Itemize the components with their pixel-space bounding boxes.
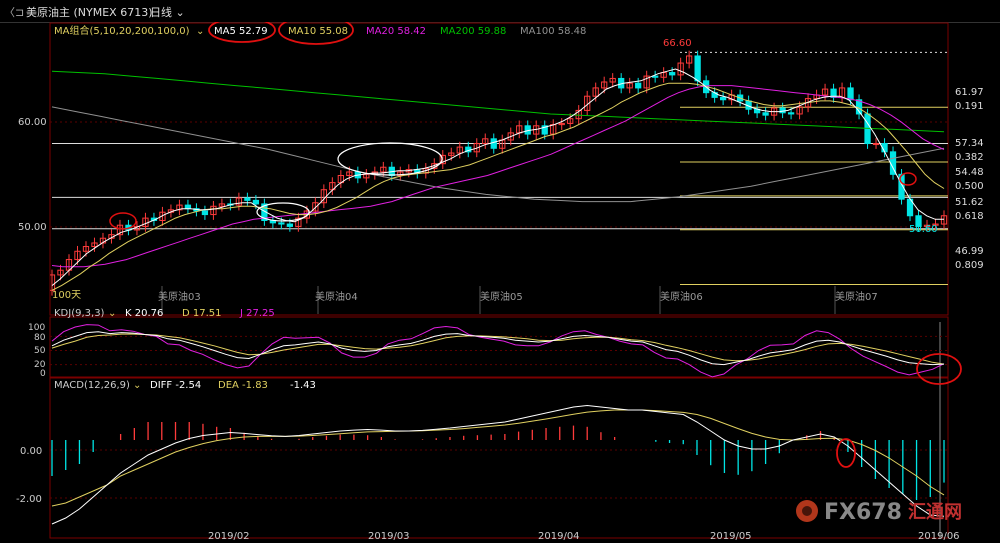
period-selector[interactable]: 日线 ⌄ bbox=[150, 4, 185, 20]
contract-label: 美原油06 bbox=[660, 290, 703, 303]
logo-inner-icon bbox=[802, 506, 812, 516]
chevron-down-icon[interactable]: ⌄ bbox=[196, 26, 204, 37]
price-axis-label: 50.00 bbox=[18, 222, 47, 233]
fib-ratio-label: 0.382 bbox=[955, 152, 984, 163]
fib-price-label: 54.48 bbox=[955, 167, 984, 178]
fib-price-label: 57.34 bbox=[955, 138, 984, 149]
chart-area: MA组合(5,10,20,200,100,0) ⌄ MA5 52.79 MA10… bbox=[16, 22, 984, 542]
low-price-label: 50.60 bbox=[909, 224, 938, 235]
contract-label: 美原油04 bbox=[315, 290, 358, 303]
back-forward-icon[interactable]: 〈⊐ bbox=[4, 4, 24, 20]
contract-label: 美原油05 bbox=[480, 290, 523, 303]
macd-dea-line bbox=[51, 409, 945, 507]
watermark-suffix: 汇通网 bbox=[908, 502, 962, 523]
d-value: D 17.51 bbox=[182, 308, 222, 319]
fib-price-label: 51.62 bbox=[955, 197, 984, 208]
candle-body bbox=[847, 87, 854, 101]
macd-value: -1.43 bbox=[290, 380, 316, 391]
fib-ratio-label: 0.191 bbox=[955, 101, 984, 112]
j-value: J 27.25 bbox=[239, 308, 275, 319]
macd-axis-label: 0.00 bbox=[20, 446, 42, 457]
instrument-title: 美原油主 (NYMEX 6713) bbox=[26, 6, 153, 19]
kdj-d-line bbox=[51, 333, 945, 365]
candle-body bbox=[244, 197, 251, 201]
candle-body bbox=[278, 222, 285, 225]
fib-ratio-label: 0.500 bbox=[955, 181, 984, 192]
price-panel-border bbox=[49, 22, 949, 316]
ma20-legend: MA20 58.42 bbox=[366, 26, 426, 37]
days-label: 100天 bbox=[52, 290, 81, 301]
ma5-legend: MA5 52.79 bbox=[214, 26, 268, 37]
chevron-down-icon[interactable]: ⌄ bbox=[108, 308, 116, 319]
candle-body bbox=[694, 55, 701, 82]
ma5-line bbox=[51, 68, 944, 286]
candle-body bbox=[762, 112, 769, 116]
kdj-axis-label: 50 bbox=[34, 346, 46, 356]
candle-body bbox=[635, 82, 642, 89]
date-label: 2019/06 bbox=[918, 531, 960, 542]
fib-price-label: 46.99 bbox=[955, 246, 984, 257]
candle-body bbox=[286, 223, 294, 227]
date-axis: 2019/02 2019/03 2019/04 2019/05 2019/06 bbox=[208, 531, 960, 542]
dea-value: DEA -1.83 bbox=[218, 380, 268, 391]
price-panel bbox=[50, 50, 948, 296]
watermark-text: FX678 bbox=[824, 500, 902, 525]
title-bar: 〈⊐ 美原油主 (NYMEX 6713) 日线 ⌄ bbox=[0, 0, 1000, 23]
date-label: 2019/02 bbox=[208, 531, 250, 542]
candle-body bbox=[719, 96, 727, 101]
macd-axis-label: -2.00 bbox=[16, 494, 42, 505]
kdj-highlight-ellipse bbox=[916, 353, 962, 385]
ma10-legend: MA10 55.08 bbox=[288, 26, 348, 37]
date-label: 2019/04 bbox=[538, 531, 580, 542]
candle-body bbox=[490, 138, 497, 149]
diff-value: DIFF -2.54 bbox=[150, 380, 201, 391]
candle-body bbox=[184, 204, 192, 210]
k-value: K 20.76 bbox=[125, 308, 163, 319]
kdj-axis-label: 80 bbox=[34, 333, 46, 343]
candle-body bbox=[252, 199, 260, 205]
kdj-axis-label: 0 bbox=[40, 369, 46, 379]
kdj-axis: 100 80 50 20 0 bbox=[28, 323, 46, 379]
candle-body bbox=[872, 143, 880, 146]
kdj-panel bbox=[50, 324, 948, 378]
candle-body bbox=[201, 210, 209, 216]
chevron-down-icon: ⌄ bbox=[172, 6, 185, 19]
high-price-label: 66.60 bbox=[663, 38, 692, 49]
candle-body bbox=[787, 112, 795, 115]
macd-legend-label[interactable]: MACD(12,26,9) bbox=[54, 380, 130, 391]
candle-body bbox=[669, 72, 676, 76]
watermark: FX678 汇通网 bbox=[796, 500, 962, 525]
fib-labels: 61.97 0.191 57.34 0.382 54.48 0.500 51.6… bbox=[955, 87, 984, 271]
ma20-line bbox=[51, 85, 945, 268]
date-label: 2019/03 bbox=[368, 531, 410, 542]
period-label: 日线 bbox=[150, 6, 172, 19]
kdj-axis-label: 100 bbox=[28, 323, 45, 333]
fibonacci-lines bbox=[52, 51, 948, 286]
ma10-line bbox=[51, 82, 945, 291]
ma200-legend: MA200 59.88 bbox=[440, 26, 506, 37]
contract-label: 美原油07 bbox=[835, 290, 878, 303]
kdj-legend-label[interactable]: KDJ(9,3,3) bbox=[54, 308, 105, 319]
date-label: 2019/05 bbox=[710, 531, 752, 542]
contract-label: 美原油03 bbox=[158, 290, 201, 303]
chevron-down-icon[interactable]: ⌄ bbox=[133, 380, 141, 391]
macd-highlight-ellipse bbox=[836, 438, 856, 468]
price-axis-label: 60.00 bbox=[18, 117, 47, 128]
ma100-legend: MA100 58.48 bbox=[520, 26, 586, 37]
ma-legend-label[interactable]: MA组合(5,10,20,200,100,0) bbox=[54, 24, 190, 37]
fib-ratio-label: 0.809 bbox=[955, 260, 984, 271]
fib-price-label: 61.97 bbox=[955, 87, 984, 98]
fib-ratio-label: 0.618 bbox=[955, 211, 984, 222]
